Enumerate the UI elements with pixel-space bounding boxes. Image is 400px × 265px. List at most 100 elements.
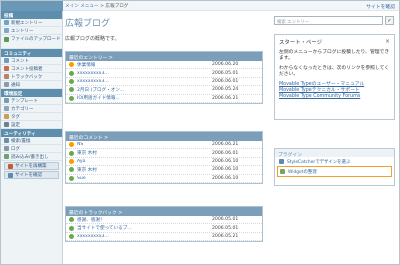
item-link[interactable]: 2月日 (ブログ・オン... [77, 87, 149, 93]
commenters-icon [4, 66, 9, 71]
view-site-button[interactable]: サイトを確認 [4, 171, 59, 179]
sidebar-item-label: テンプレート [11, 98, 38, 104]
item-date: 2006.05.01 [212, 70, 239, 76]
list-item: NS 2006.06.21 [66, 141, 262, 150]
panel-title[interactable]: 最近のトラックバック > [66, 207, 262, 216]
new-entry-icon [4, 20, 9, 25]
item-link[interactable]: Aya [77, 159, 149, 164]
sidebar-section-title: ユーティリティ [1, 129, 62, 137]
upload-icon [4, 36, 9, 42]
item-link[interactable]: Sue [77, 176, 149, 181]
sidebar-item[interactable]: ログ [1, 145, 62, 153]
dashboard-panel: 最近のトラックバック > 感謝、感謝！ 2006.05.01 当サイトで使っているブ.… [65, 206, 263, 243]
sidebar-item[interactable]: カテゴリー [1, 105, 62, 113]
list-item: Sue 2006.06.10 [66, 175, 262, 183]
list-item: xxxxxxxxx3... 2006.05.21 [66, 233, 262, 242]
sidebar-item[interactable]: コメント投稿者 [1, 65, 62, 73]
sidebar-item[interactable]: 設定 [1, 121, 62, 129]
list-item: IOI用語ガイド情報... 2006.06.21 [66, 95, 262, 103]
sidebar-item[interactable]: テンプレート [1, 97, 62, 105]
item-link[interactable]: 感謝、感謝！ [77, 217, 149, 223]
sidebar-item[interactable]: ファイルのアップロード [1, 35, 62, 49]
breadcrumb-home[interactable]: メイン メニュー [65, 4, 99, 9]
item-date: 2006.06.01 [212, 78, 239, 84]
sidebar-item[interactable]: 検索/置換 [1, 137, 62, 145]
item-date: 2006.06.21 [212, 142, 239, 148]
status-icon [69, 175, 74, 181]
item-date: 2006.06.10 [212, 175, 239, 181]
item-link[interactable]: NS [77, 142, 149, 147]
list-item: 休業情報 2006.06.20 [66, 61, 262, 70]
forums-link[interactable]: Movable Type Community Forums [279, 94, 390, 100]
view-site-link[interactable]: サイトを確認 [366, 3, 395, 10]
top-bar: メイン メニュー > 広報ブログ サイトを確認 [1, 1, 399, 11]
sidebar-item-label: 通知 [11, 82, 20, 88]
sidebar-item-label: 新規エントリー [11, 20, 43, 26]
sidebar-item-label: ファイルのアップロード [11, 36, 61, 42]
sidebar-item[interactable]: 通知 [1, 81, 62, 89]
status-icon [69, 62, 74, 68]
plugin-item-stylecatcher[interactable]: StyleCatcherでデザインを選ぶ [275, 157, 394, 166]
list-item: 当サイトで使っているブ... 2006.05.01 [66, 224, 262, 233]
sidebar-item[interactable]: 読み込み/書き出し [1, 153, 62, 161]
sidebar-item-label: 検索/置換 [11, 138, 31, 144]
item-link[interactable]: 休業情報 [77, 62, 149, 68]
breadcrumb-current: 広報ブログ [105, 4, 129, 9]
search-replace-icon [4, 138, 9, 143]
breadcrumb-separator: > [100, 4, 104, 9]
item-date: 2006.06.21 [212, 95, 239, 101]
panel-title[interactable]: 最近のコメント > [66, 132, 262, 141]
status-icon [69, 225, 74, 231]
search-input[interactable]: 検索 エントリー [274, 16, 383, 25]
brand-strip [1, 1, 63, 11]
item-date: 2006.06.10 [212, 158, 239, 164]
status-icon [69, 150, 74, 156]
item-link[interactable]: 東京 木村 [77, 150, 149, 156]
search-button[interactable]: ✓ [385, 16, 394, 25]
sidebar-item-label: 読み込み/書き出し [11, 154, 49, 160]
sidebar-item-label: タグ [11, 114, 20, 120]
sidebar: 投稿 新規エントリー エントリー ファイルのアップロード コミュニティ コメント コメント投… [1, 11, 63, 264]
panel-title[interactable]: 最近のエントリー > [66, 52, 262, 61]
sidebar-item[interactable]: コメント [1, 57, 62, 65]
sidebar-item[interactable]: エントリー [1, 27, 62, 35]
item-date: 2006.06.01 [212, 150, 239, 156]
item-date: 2006.05.01 [212, 217, 239, 223]
item-link[interactable]: xxxxxxxxx3... [77, 79, 149, 84]
list-item: xxxxxxxxx3... 2006.05.01 [66, 69, 262, 78]
item-link[interactable]: xxxxxxxxx3... [77, 234, 149, 239]
rebuild-site-button[interactable]: サイトを再構築 [4, 162, 59, 170]
sidebar-button-label: サイトを再構築 [15, 164, 47, 169]
sidebar-item-label: エントリー [11, 28, 34, 34]
widget-icon [280, 169, 285, 174]
main-content: 広報ブログ 広報ブログの概略です。 最近のエントリー > 休業情報 2006.06.… [65, 11, 263, 264]
template-icon [4, 98, 9, 103]
sidebar-item[interactable]: トラックバック [1, 73, 62, 81]
sidebar-item[interactable]: タグ [1, 113, 62, 121]
comment-icon [4, 58, 9, 63]
plugin-item-label: Widgetの整理 [288, 169, 317, 175]
plugins-title: プラグイン [275, 149, 394, 158]
item-link[interactable]: 東京 木村 [77, 167, 149, 173]
dashboard-panel: 最近のコメント > NS 2006.06.21 東京 木村 2006.06.01 Aya 2… [65, 131, 263, 184]
right-column: 検索 エントリー ✓ × スタート・ページ 左側のメニューからブログに投稿したり… [271, 11, 397, 264]
status-icon [69, 233, 74, 239]
close-icon[interactable]: × [385, 38, 390, 45]
app-window: メイン メニュー > 広報ブログ サイトを確認 投稿 新規エントリー エントリー ファ… [0, 0, 400, 265]
sidebar-item[interactable]: 新規エントリー [1, 19, 62, 27]
plugin-item-widget[interactable]: Widgetの整理 [277, 166, 392, 177]
trackback-icon [4, 74, 9, 79]
plugins-box: プラグイン StyleCatcherでデザインを選ぶ Widgetの整理 [274, 148, 395, 186]
status-icon [69, 217, 74, 223]
item-link[interactable]: IOI用語ガイド情報... [77, 95, 149, 101]
view-site-icon [8, 172, 13, 178]
stylecatcher-icon [279, 159, 284, 164]
page-description: 広報ブログの概略です。 [65, 36, 120, 42]
sidebar-item-label: コメント [11, 58, 29, 64]
item-date: 2006.05.01 [212, 225, 239, 231]
status-icon [69, 78, 74, 84]
item-link[interactable]: 当サイトで使っているブ... [77, 225, 149, 231]
rebuild-icon [8, 163, 13, 169]
item-link[interactable]: xxxxxxxxx3... [77, 71, 149, 76]
breadcrumb: メイン メニュー > 広報ブログ [65, 3, 128, 9]
